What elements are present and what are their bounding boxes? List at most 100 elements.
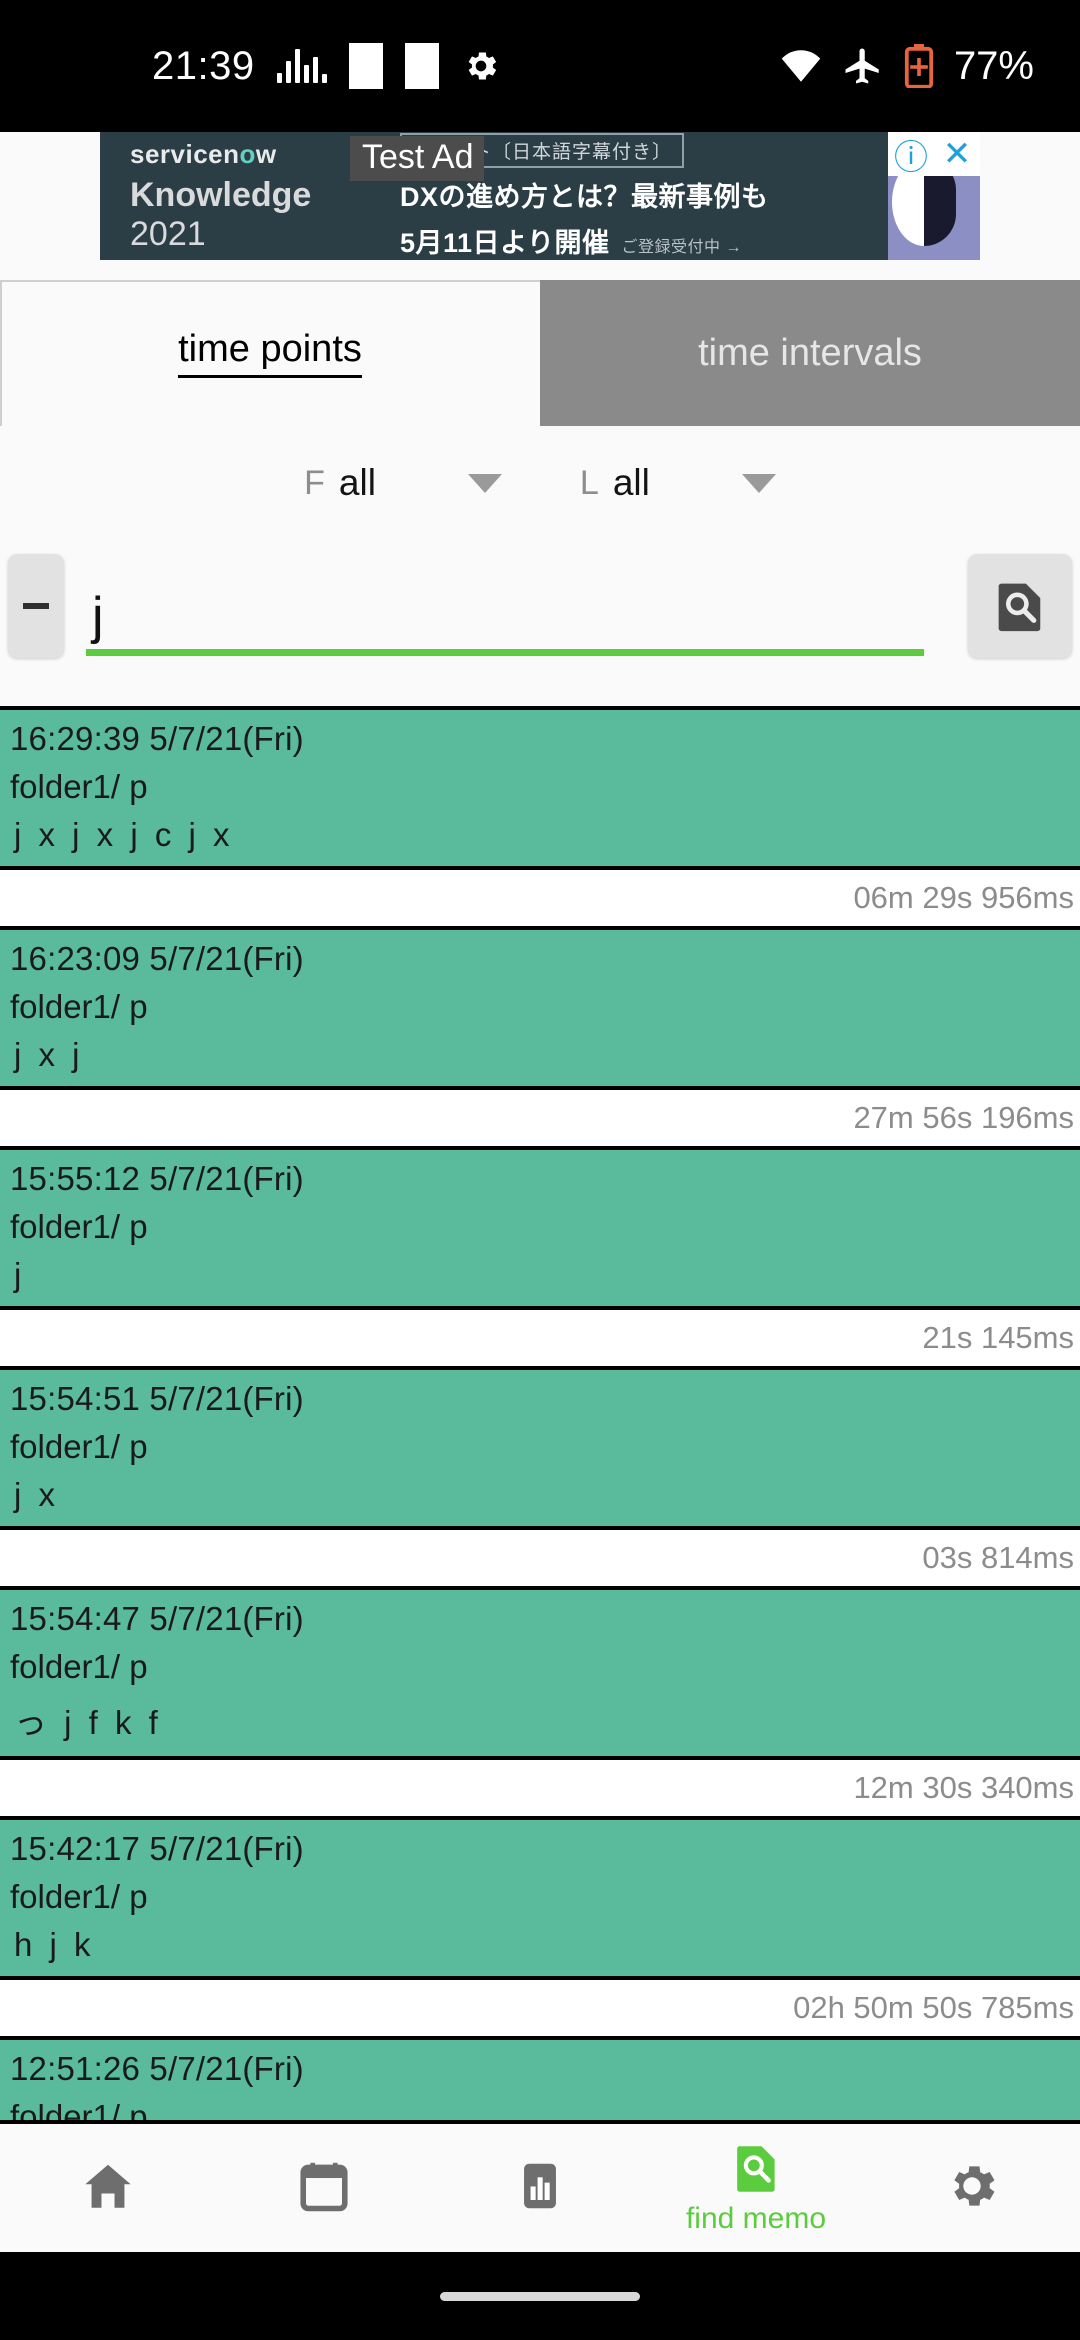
search-button[interactable] (968, 554, 1072, 658)
nav-item-stats[interactable] (432, 2157, 648, 2219)
ad-line-2-small: ご登録受付中 → (621, 238, 742, 256)
filter-label-prefix: L (579, 463, 599, 502)
ad-year: 2021 (130, 214, 206, 253)
memo-entry[interactable]: 16:23:09 5/7/21(Fri) folder1/ p j x j (0, 926, 1080, 1086)
memo-entry-folder: folder1/ p (10, 2098, 148, 2120)
tab-time-points[interactable]: time points (0, 280, 540, 426)
memo-gap-duration: 02h 50m 50s 785ms (793, 1990, 1074, 2025)
status-bar: 21:39 77% (0, 0, 1080, 132)
bottom-navigation: find memo (0, 2120, 1080, 2252)
status-bar-left: 21:39 (0, 43, 501, 89)
memo-entry-body: h j k (14, 1926, 95, 1963)
bar-chart-icon (524, 2163, 556, 2209)
memo-gap-row: 02h 50m 50s 785ms (0, 1976, 1080, 2036)
memo-list[interactable]: 16:29:39 5/7/21(Fri) folder1/ p j x j x j … (0, 706, 1080, 2120)
nav-item-calendar[interactable] (216, 2157, 432, 2219)
ad-left: servicenow Knowledge 2021 (100, 139, 390, 254)
memo-entry-time: 12:51:26 5/7/21(Fri) (10, 2050, 304, 2087)
memo-gap-duration: 21s 145ms (922, 1320, 1074, 1355)
gesture-bar[interactable] (0, 2252, 1080, 2340)
tab-time-intervals[interactable]: time intervals (540, 280, 1080, 426)
memo-gap-duration: 03s 814ms (922, 1540, 1074, 1575)
memo-entry-body: j (14, 1256, 26, 1293)
filter-folder-prefix: F (304, 463, 325, 502)
ad-test-label: Test Ad (350, 136, 484, 181)
equalizer-icon (276, 49, 327, 83)
memo-entry-body: j x j x j c j x (14, 816, 234, 853)
search-row: j (0, 540, 1080, 672)
memo-entry-body: j x j (14, 1036, 84, 1073)
memo-entry-folder: folder1/ p (10, 1648, 148, 1685)
memo-entry[interactable]: 15:54:47 5/7/21(Fri) folder1/ p っ j f k f (0, 1586, 1080, 1756)
ad-knowledge-word: Knowledge (130, 175, 312, 214)
home-icon (85, 2164, 131, 2208)
calendar-icon (300, 2162, 348, 2212)
gear-icon (468, 52, 496, 80)
filter-label-value: all (612, 462, 650, 503)
memo-entry-time: 15:54:51 5/7/21(Fri) (10, 1380, 304, 1417)
ad-brand-o: o (239, 138, 256, 169)
memo-entry-folder: folder1/ p (10, 988, 148, 1025)
memo-entry-folder: folder1/ p (10, 1878, 148, 1915)
memo-gap-duration: 27m 56s 196ms (853, 1100, 1074, 1135)
minus-icon (23, 603, 49, 609)
memo-gap-row: 27m 56s 196ms (0, 1086, 1080, 1146)
memo-entry-folder: folder1/ p (10, 1208, 148, 1245)
nav-item-settings[interactable] (864, 2157, 1080, 2219)
memo-entry-time: 16:29:39 5/7/21(Fri) (10, 720, 304, 757)
square-icon (404, 43, 439, 89)
airplane-mode-icon (845, 48, 879, 84)
ad-brand-prefix: servicen (130, 138, 240, 169)
memo-entry[interactable]: 16:29:39 5/7/21(Fri) folder1/ p j x j x j … (0, 706, 1080, 866)
ad-banner[interactable]: servicenow Knowledge 2021 イベント〔日本語字幕付き〕 … (100, 132, 980, 260)
ad-knowledge: Knowledge 2021 (130, 176, 390, 254)
memo-entry-time: 15:55:12 5/7/21(Fri) (10, 1160, 304, 1197)
tab-time-points-label: time points (178, 328, 362, 378)
wifi-icon (781, 50, 821, 82)
memo-entry[interactable]: 12:51:26 5/7/21(Fri)folder1/ pっ h s j (0, 2036, 1080, 2120)
collapse-button[interactable] (8, 554, 64, 658)
memo-entry-body: っ j f k f (14, 1704, 162, 1741)
tab-bar: time points time intervals (0, 280, 1080, 426)
battery-saver-icon (904, 44, 934, 88)
document-search-icon (998, 583, 1041, 632)
square-icon (348, 43, 383, 89)
filter-folder-dropdown[interactable]: F all (304, 462, 502, 504)
memo-gap-row: 21s 145ms (0, 1306, 1080, 1366)
nav-item-find-memo-label: find memo (685, 2202, 827, 2235)
ad-line-2: 5月11日より開催 ご登録受付中 → (400, 221, 888, 260)
ad-artwork: ⓘ ✕ (888, 132, 980, 260)
search-input[interactable]: j (86, 554, 946, 658)
chevron-down-icon[interactable] (741, 473, 776, 493)
ad-close-icon[interactable]: ✕ (934, 132, 980, 176)
nav-item-home[interactable] (0, 2157, 216, 2219)
filter-folder-value: all (338, 462, 376, 503)
memo-gap-duration: 06m 29s 956ms (853, 880, 1074, 915)
memo-gap-row: 12m 30s 340ms (0, 1756, 1080, 1816)
ad-line-2-main: 5月11日より開催 (400, 227, 610, 258)
tab-time-intervals-label: time intervals (698, 331, 922, 374)
battery-percent: 77% (953, 43, 1034, 88)
memo-entry-body: j x (14, 1476, 59, 1513)
status-clock: 21:39 (152, 43, 255, 88)
gear-icon (954, 2166, 995, 2206)
gesture-pill (440, 2291, 640, 2301)
search-input-value: j (92, 587, 104, 645)
memo-entry-folder: folder1/ p (10, 768, 148, 805)
memo-gap-row: 06m 29s 956ms (0, 866, 1080, 926)
memo-entry[interactable]: 15:54:51 5/7/21(Fri) folder1/ p j x (0, 1366, 1080, 1526)
ad-info-icon[interactable]: ⓘ (888, 132, 934, 177)
memo-gap-duration: 12m 30s 340ms (853, 1770, 1074, 1805)
chevron-down-icon[interactable] (467, 473, 502, 493)
filter-row: F all L all (0, 426, 1080, 540)
memo-entry[interactable]: 15:42:17 5/7/21(Fri) folder1/ p h j k (0, 1816, 1080, 1976)
memo-entry[interactable]: 15:55:12 5/7/21(Fri) folder1/ p j (0, 1146, 1080, 1306)
ad-brand-suffix: w (255, 138, 277, 169)
find-memo-icon (737, 2146, 775, 2192)
ad-banner-container: servicenow Knowledge 2021 イベント〔日本語字幕付き〕 … (0, 132, 1080, 276)
ad-badges: ⓘ ✕ (888, 132, 980, 177)
filter-label-dropdown[interactable]: L all (580, 462, 776, 504)
memo-entry-folder: folder1/ p (10, 1428, 148, 1465)
search-input-underline (86, 649, 924, 656)
nav-item-find-memo[interactable]: find memo (648, 2140, 864, 2236)
